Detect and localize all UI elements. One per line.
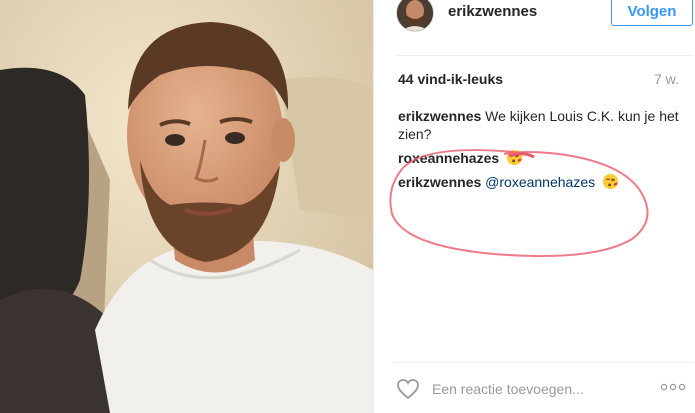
comment-item: erikzwennes We kijken Louis C.K. kun je … <box>398 107 688 143</box>
kissing-face-emoji-icon <box>602 173 619 190</box>
comment-username[interactable]: erikzwennes <box>398 108 481 124</box>
avatar[interactable] <box>396 0 434 32</box>
comment-username[interactable]: erikzwennes <box>398 174 481 190</box>
comment-input[interactable] <box>432 378 622 400</box>
post-username[interactable]: erikzwennes <box>448 3 537 20</box>
post-details-panel: erikzwennes Volgen 44 vind-ik-leuks 7 w.… <box>373 0 695 413</box>
kissing-face-emoji-icon <box>506 149 523 166</box>
selfie-image <box>0 0 373 413</box>
more-dots-icon[interactable] <box>660 380 686 394</box>
comment-list: erikzwennes We kijken Louis C.K. kun je … <box>398 107 688 197</box>
header-divider <box>394 55 694 56</box>
comment-item: roxeannehazes <box>398 149 688 167</box>
comment-mention-link[interactable]: @roxeannehazes <box>485 174 595 190</box>
avatar-image <box>397 0 433 31</box>
comment-username[interactable]: roxeannehazes <box>398 150 499 166</box>
post-header: erikzwennes Volgen <box>374 0 695 38</box>
comment-item: erikzwennes @roxeannehazes <box>398 173 688 191</box>
post-time[interactable]: 7 w. <box>654 71 679 87</box>
post-photo[interactable] <box>0 0 373 413</box>
heart-icon[interactable] <box>396 378 420 400</box>
follow-button[interactable]: Volgen <box>611 0 693 26</box>
comment-footer <box>374 364 695 413</box>
likes-count[interactable]: 44 vind-ik-leuks <box>398 71 503 87</box>
footer-divider <box>394 362 694 363</box>
